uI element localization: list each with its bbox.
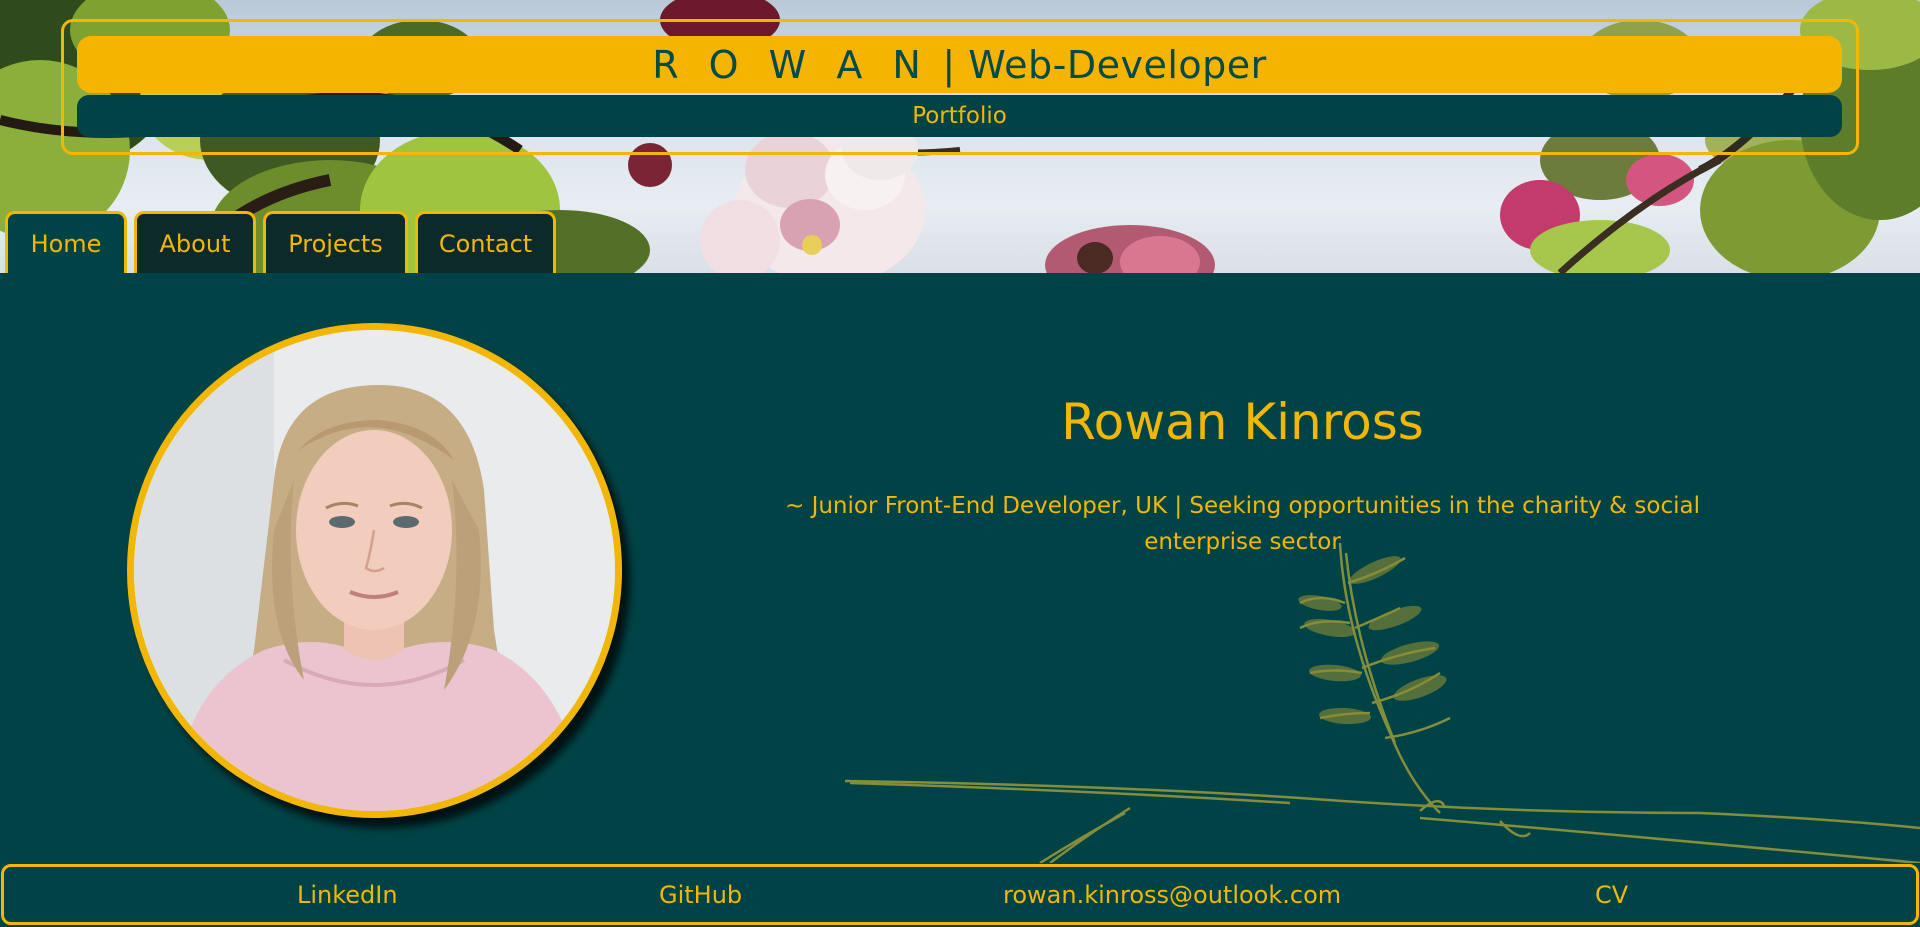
tab-projects[interactable]: Projects	[263, 211, 408, 274]
site-title-bar: R O W A N | Web-Developer	[77, 36, 1842, 93]
site-title: R O W A N | Web-Developer	[652, 43, 1267, 87]
subtitle-bar: Portfolio	[77, 95, 1842, 137]
main-nav: Home About Projects Contact	[5, 211, 556, 274]
tab-home[interactable]: Home	[5, 211, 127, 274]
tab-contact[interactable]: Contact	[415, 211, 556, 274]
site-subtitle: Portfolio	[912, 103, 1007, 129]
cv-link[interactable]: CV	[1595, 867, 1628, 922]
profile-photo-image	[134, 330, 615, 811]
main-content: Rowan Kinross ~ Junior Front-End Develop…	[0, 273, 1920, 863]
github-link[interactable]: GitHub	[659, 867, 742, 922]
profile-tagline: ~ Junior Front-End Developer, UK | Seeki…	[784, 493, 1700, 555]
site-title-role: | Web-Developer	[929, 42, 1267, 87]
email-link[interactable]: rowan.kinross@outlook.com	[1003, 867, 1341, 922]
profile-photo	[127, 323, 622, 818]
footer-links-bar: LinkedIn GitHub rowan.kinross@outlook.co…	[1, 864, 1919, 925]
linkedin-link[interactable]: LinkedIn	[297, 867, 398, 922]
tab-about[interactable]: About	[134, 211, 256, 274]
site-title-name: R O W A N	[652, 42, 930, 87]
profile-name: Rowan Kinross	[1061, 393, 1424, 451]
